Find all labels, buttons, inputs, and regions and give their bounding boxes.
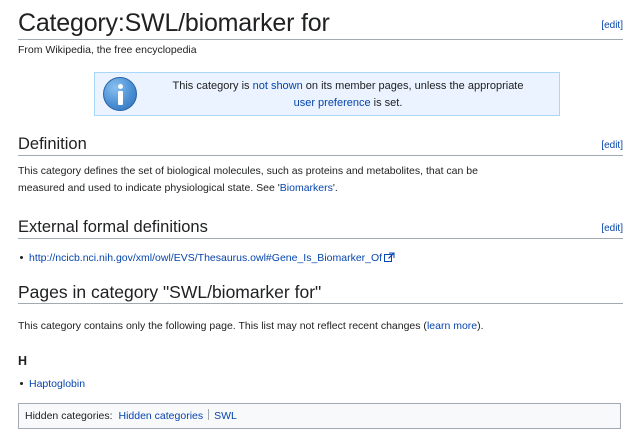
user-preference-link[interactable]: user preference bbox=[294, 97, 371, 109]
pages-description: This category contains only the followin… bbox=[18, 320, 484, 332]
pages-heading: Pages in category "SWL/biomarker for" bbox=[18, 282, 322, 302]
list-item: Haptoglobin bbox=[18, 377, 85, 391]
page-title: Category:SWL/biomarker for bbox=[18, 9, 330, 37]
page-content: Category:SWL/biomarker for [edit] From W… bbox=[18, 0, 623, 429]
external-link-icon bbox=[384, 252, 395, 266]
page-header: Category:SWL/biomarker for [edit] bbox=[18, 0, 623, 40]
external-definition-item: http://ncicb.nci.nih.gov/xml/owl/EVS/The… bbox=[18, 251, 395, 266]
pages-section-header: Pages in category "SWL/biomarker for" bbox=[18, 282, 623, 304]
biomarkers-link[interactable]: Biomarkers bbox=[280, 182, 333, 194]
not-shown-link[interactable]: not shown bbox=[253, 80, 303, 92]
separator bbox=[208, 409, 210, 420]
bullet bbox=[20, 255, 23, 259]
notice-text: This category is not shown on its member… bbox=[172, 80, 524, 109]
edit-external-definitions-link[interactable]: [edit] bbox=[601, 223, 623, 234]
definition-text: This category defines the set of biologi… bbox=[18, 165, 478, 194]
hidden-categories-box: Hidden categories: Hidden categories SWL bbox=[18, 403, 621, 429]
info-icon bbox=[103, 77, 137, 111]
hidden-categories-label: Hidden categories: bbox=[25, 410, 113, 422]
learn-more-link[interactable]: learn more bbox=[427, 320, 477, 332]
external-definitions-heading: External formal definitions bbox=[18, 218, 208, 236]
definition-section-header: Definition [edit] bbox=[18, 134, 623, 156]
haptoglobin-link[interactable]: Haptoglobin bbox=[29, 378, 85, 390]
site-tagline: From Wikipedia, the free encyclopedia bbox=[18, 44, 197, 56]
edit-page-link[interactable]: [edit] bbox=[601, 20, 623, 31]
definition-heading: Definition bbox=[18, 135, 87, 153]
index-letter-heading: H bbox=[18, 354, 28, 368]
thesaurus-external-link[interactable]: http://ncicb.nci.nih.gov/xml/owl/EVS/The… bbox=[29, 252, 382, 264]
bullet bbox=[20, 381, 23, 385]
external-definitions-section-header: External formal definitions [edit] bbox=[18, 217, 623, 239]
edit-definition-link[interactable]: [edit] bbox=[601, 140, 623, 151]
swl-category-link[interactable]: SWL bbox=[214, 410, 237, 422]
hidden-categories-link[interactable]: Hidden categories bbox=[118, 410, 203, 422]
hidden-category-notice: This category is not shown on its member… bbox=[94, 72, 560, 116]
